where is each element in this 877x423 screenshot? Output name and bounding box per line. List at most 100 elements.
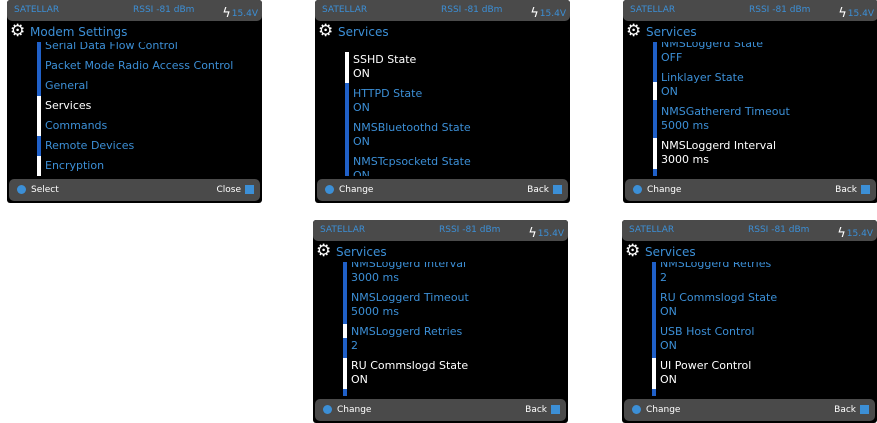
setting-nmsloggerd-retries[interactable]: NMSLoggerd Retries 2 (652, 262, 877, 287)
setting-ru-commslogd-state[interactable]: RU Commslogd State ON (652, 290, 877, 321)
setting-value: ON (351, 373, 368, 386)
screen-header: ⚙ Services (622, 242, 877, 262)
setting-sshd-state[interactable]: SSHD State ON (345, 52, 570, 83)
setting-nmsloggerd-timeout[interactable]: NMSLoggerd Timeout 5000 ms (343, 290, 568, 321)
brand-label: SATELLAR (320, 225, 366, 235)
setting-ru-commslogd-state[interactable]: RU Commslogd State ON (343, 358, 568, 389)
gear-icon: ⚙ (316, 241, 332, 261)
page-title: Services (645, 245, 696, 259)
setting-value: ON (353, 101, 370, 114)
setting-label: NMSLoggerd Interval (661, 139, 777, 152)
rssi-readout: RSSI -81 dBm (748, 225, 810, 235)
menu-item-encryption[interactable]: Encryption (37, 156, 262, 176)
circle-button-icon (323, 405, 332, 414)
setting-label: Linklayer State (661, 71, 744, 84)
setting-value: 5000 ms (661, 119, 709, 132)
select-button[interactable]: Select (31, 185, 59, 195)
screen-services-2: SATELLAR RSSI -81 dBm ϟ15.4V ⚙ Services … (623, 0, 877, 203)
setting-ui-power-control[interactable]: UI Power Control ON (652, 358, 877, 389)
setting-value: 3000 ms (351, 271, 399, 284)
menu-item-label: General (45, 79, 89, 92)
square-button-icon (245, 185, 254, 194)
settings-list: SSHD State ON HTTPD State ON NMSBluetoothd… (315, 42, 570, 176)
setting-value: 2 (351, 339, 358, 352)
menu-item-serial-data-flow-control[interactable]: Serial Data Flow Control (37, 42, 262, 56)
screen-services-4: SATELLAR RSSI -81 dBm ϟ15.4V ⚙ Services … (622, 220, 877, 423)
page-title: Services (336, 245, 387, 259)
circle-button-icon (632, 405, 641, 414)
setting-label: SSHD State (353, 53, 417, 66)
back-button[interactable]: Back (525, 405, 547, 415)
voltage-value: 15.4V (537, 229, 564, 239)
setting-usb-host-control[interactable]: USB Host Control ON (652, 324, 877, 355)
screen-services-3: SATELLAR RSSI -81 dBm ϟ15.4V ⚙ Services … (313, 220, 568, 423)
menu-item-label: Serial Data Flow Control (45, 42, 178, 52)
menu-item-commands[interactable]: Commands (37, 116, 262, 136)
change-button[interactable]: Change (647, 185, 681, 195)
setting-nmsloggerd-retries[interactable]: NMSLoggerd Retries 2 (343, 324, 568, 355)
lightning-bolt-icon: ϟ (222, 6, 231, 21)
setting-nmsgathererd-timeout[interactable]: NMSGathererd Timeout 5000 ms (653, 104, 877, 135)
setting-label: NMSGathererd Timeout (661, 105, 790, 118)
setting-label: NMSTcpsocketd State (353, 155, 471, 168)
setting-value: ON (660, 373, 677, 386)
status-bar: SATELLAR RSSI -81 dBm ϟ15.4V (622, 220, 877, 241)
setting-value: ON (353, 135, 370, 148)
setting-value: ON (353, 67, 370, 80)
setting-linklayer-state[interactable]: Linklayer State ON (653, 70, 877, 101)
change-button[interactable]: Change (646, 405, 680, 415)
setting-nmsloggerd-state[interactable]: NMSLoggerd State OFF (653, 42, 877, 67)
screen-header: ⚙ Services (315, 22, 570, 42)
menu-item-general[interactable]: General (37, 76, 262, 96)
menu-item-label: Commands (45, 119, 108, 132)
setting-nmsloggerd-interval[interactable]: NMSLoggerd Interval 3000 ms (343, 262, 568, 287)
screen-modem-settings: SATELLAR RSSI -81 dBm ϟ15.4V ⚙ Modem Set… (7, 0, 262, 203)
brand-label: SATELLAR (322, 5, 368, 15)
rssi-readout: RSSI -81 dBm (441, 5, 503, 15)
change-button[interactable]: Change (337, 405, 371, 415)
menu-item-remote-devices[interactable]: Remote Devices (37, 136, 262, 156)
gear-icon: ⚙ (625, 241, 641, 261)
footer-bar: Change Back (317, 179, 568, 201)
menu-item-label: Packet Mode Radio Access Control (45, 59, 234, 72)
screen-services-1: SATELLAR RSSI -81 dBm ϟ15.4V ⚙ Services … (315, 0, 570, 203)
footer-bar: Select Close (9, 179, 260, 201)
brand-label: SATELLAR (630, 5, 676, 15)
setting-value: ON (661, 85, 678, 98)
back-button[interactable]: Back (834, 405, 856, 415)
setting-httpd-state[interactable]: HTTPD State ON (345, 86, 570, 117)
selection-marker (345, 52, 349, 83)
page-title: Modem Settings (30, 25, 128, 39)
back-button[interactable]: Back (527, 185, 549, 195)
setting-nmsbluetoothd-state[interactable]: NMSBluetoothd State ON (345, 120, 570, 151)
change-button[interactable]: Change (339, 185, 373, 195)
setting-value: 2 (660, 271, 667, 284)
setting-value: 3000 ms (661, 153, 709, 166)
settings-list: NMSLoggerd Interval 3000 ms NMSLoggerd Ti… (313, 262, 568, 396)
voltage-readout: ϟ15.4V (222, 5, 258, 21)
page-title: Services (338, 25, 389, 39)
footer-bar: Change Back (624, 399, 875, 421)
setting-label: NMSLoggerd Retries (351, 325, 463, 338)
voltage-readout: ϟ15.4V (530, 5, 566, 21)
status-bar: SATELLAR RSSI -81 dBm ϟ15.4V (315, 0, 570, 21)
screen-header: ⚙ Services (623, 22, 877, 42)
setting-nmsloggerd-interval[interactable]: NMSLoggerd Interval 3000 ms (653, 138, 877, 169)
setting-label: RU Commslogd State (660, 291, 778, 304)
circle-button-icon (17, 185, 26, 194)
setting-label: RU Commslogd State (351, 359, 469, 372)
footer-bar: Change Back (315, 399, 566, 421)
setting-nmstcpsocketd-state[interactable]: NMSTcpsocketd State ON (345, 154, 570, 176)
selection-marker (652, 358, 656, 389)
voltage-value: 15.4V (847, 9, 874, 19)
menu-item-packet-mode-radio-access-control[interactable]: Packet Mode Radio Access Control (37, 56, 262, 76)
menu-item-services[interactable]: Services (37, 96, 262, 116)
setting-label: HTTPD State (353, 87, 423, 100)
settings-list: NMSLoggerd Retries 2 RU Commslogd State ON… (622, 262, 877, 396)
close-button[interactable]: Close (216, 185, 241, 195)
setting-value: ON (353, 169, 370, 176)
back-button[interactable]: Back (835, 185, 857, 195)
voltage-readout: ϟ15.4V (838, 5, 874, 21)
setting-label: NMSLoggerd Interval (351, 262, 467, 270)
voltage-value: 15.4V (539, 9, 566, 19)
